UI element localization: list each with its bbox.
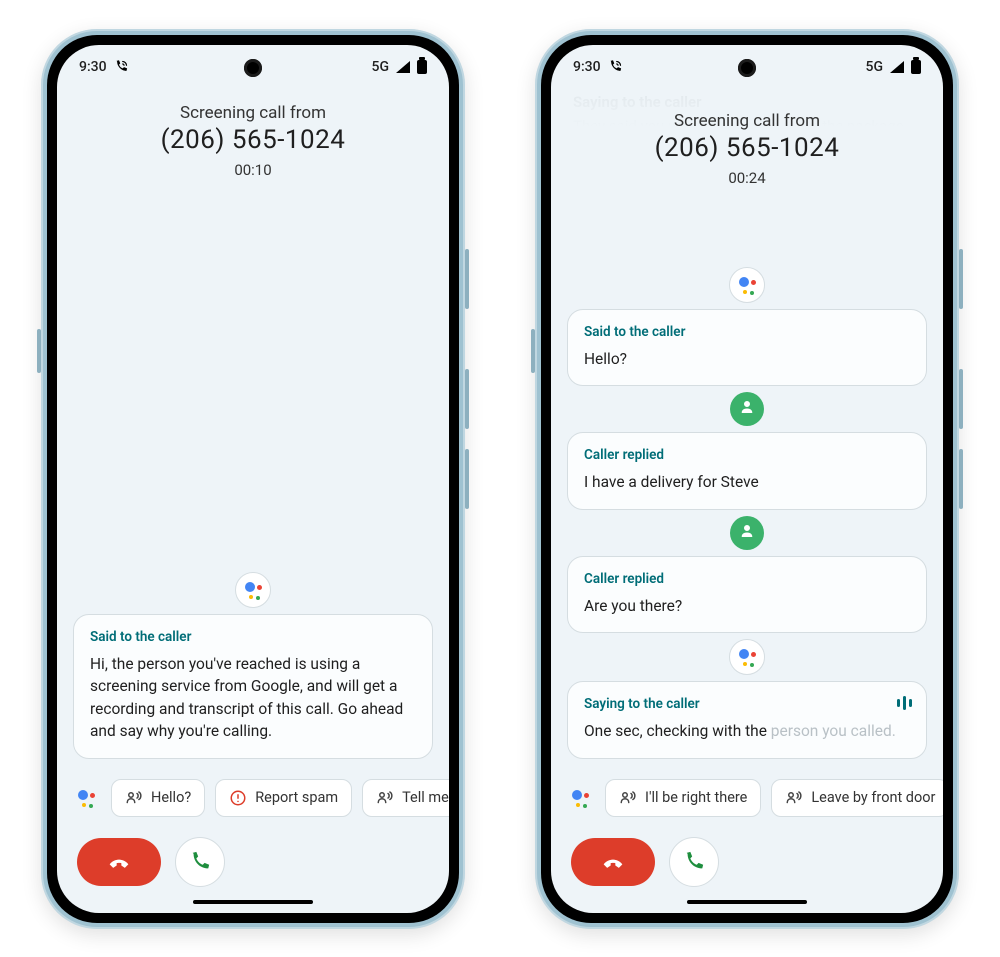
chip-label: Report spam <box>255 789 338 806</box>
chip-label: Hello? <box>151 789 191 806</box>
card-text: Are you there? <box>584 595 910 617</box>
header-line1: Screening call from <box>77 103 429 123</box>
camera-hole <box>738 59 756 77</box>
hangup-button[interactable] <box>77 838 161 886</box>
card-label: Saying to the caller <box>584 696 910 712</box>
signal-icon <box>396 61 410 73</box>
card-text: I have a delivery for Steve <box>584 471 910 493</box>
caller-avatar-divider <box>567 392 927 426</box>
assistant-icon <box>71 783 101 813</box>
phone-left: 9:30 5G Screening call from (206 <box>41 29 465 929</box>
voice-icon <box>785 789 803 807</box>
phone-icon <box>683 851 705 873</box>
answer-button[interactable] <box>669 837 719 887</box>
phone-right: 9:30 5G Saying to the caller The <box>535 29 959 929</box>
card-label: Caller replied <box>584 447 910 463</box>
gesture-bar[interactable] <box>193 900 313 904</box>
transcript-card-caller: Caller replied Are you there? <box>567 556 927 633</box>
assistant-avatar-divider <box>567 639 927 675</box>
voice-icon <box>376 789 394 807</box>
transcript-feed: Said to the caller Hi, the person you've… <box>57 179 449 767</box>
card-text: Hello? <box>584 348 910 370</box>
card-text: One sec, checking with the person you ca… <box>584 720 910 742</box>
header-timer: 00:24 <box>571 169 923 187</box>
caller-avatar-divider <box>567 516 927 550</box>
chip-label: Tell me mo <box>402 789 449 806</box>
answer-button[interactable] <box>175 837 225 887</box>
call-header: Screening call from (206) 565-1024 00:10 <box>57 89 449 179</box>
call-active-icon <box>608 59 623 74</box>
header-number: (206) 565-1024 <box>571 133 923 163</box>
chip-label: I'll be right there <box>645 789 747 806</box>
header-timer: 00:10 <box>77 161 429 179</box>
assistant-avatar-divider <box>73 572 433 608</box>
voice-icon <box>125 789 143 807</box>
call-active-icon <box>114 59 129 74</box>
status-time: 9:30 <box>573 59 601 75</box>
transcript-card-assistant: Said to the caller Hello? <box>567 309 927 386</box>
chip-hello[interactable]: Hello? <box>111 779 205 817</box>
assistant-icon <box>729 639 765 675</box>
speaking-indicator-icon <box>897 696 912 710</box>
assistant-icon <box>565 783 595 813</box>
suggestion-chip-row[interactable]: I'll be right there Leave by front door <box>551 767 943 827</box>
camera-hole <box>244 59 262 77</box>
assistant-avatar-divider <box>567 267 927 303</box>
chip-leave-by-door[interactable]: Leave by front door <box>771 779 943 817</box>
card-label: Caller replied <box>584 571 910 587</box>
card-label: Said to the caller <box>584 324 910 340</box>
header-number: (206) 565-1024 <box>77 125 429 155</box>
header-line1: Screening call from <box>571 111 923 131</box>
transcript-feed[interactable]: Said to the caller Hello? Caller replied… <box>551 187 943 767</box>
hangup-button[interactable] <box>571 838 655 886</box>
hangup-icon <box>105 848 133 876</box>
status-time: 9:30 <box>79 59 107 75</box>
transcript-card-assistant-live: Saying to the caller One sec, checking w… <box>567 681 927 758</box>
assistant-icon <box>729 267 765 303</box>
gesture-bar[interactable] <box>687 900 807 904</box>
voice-icon <box>619 789 637 807</box>
network-label: 5G <box>372 59 390 75</box>
call-header: Screening call from (206) 565-1024 00:24 <box>551 89 943 187</box>
person-icon <box>730 516 764 550</box>
chip-be-right-there[interactable]: I'll be right there <box>605 779 761 817</box>
chip-report-spam[interactable]: Report spam <box>215 779 352 817</box>
suggestion-chip-row[interactable]: Hello? Report spam Tell me mo <box>57 767 449 827</box>
battery-icon <box>417 60 427 74</box>
alert-icon <box>229 789 247 807</box>
battery-icon <box>911 60 921 74</box>
network-label: 5G <box>866 59 884 75</box>
signal-icon <box>890 61 904 73</box>
chip-tell-me-more[interactable]: Tell me mo <box>362 779 449 817</box>
transcript-card-caller: Caller replied I have a delivery for Ste… <box>567 432 927 509</box>
person-icon <box>730 392 764 426</box>
chip-label: Leave by front door <box>811 789 935 806</box>
phone-icon <box>189 851 211 873</box>
hangup-icon <box>599 848 627 876</box>
assistant-icon <box>235 572 271 608</box>
transcript-card-assistant: Said to the caller Hi, the person you've… <box>73 614 433 759</box>
card-label: Said to the caller <box>90 629 416 645</box>
card-text: Hi, the person you've reached is using a… <box>90 653 416 743</box>
